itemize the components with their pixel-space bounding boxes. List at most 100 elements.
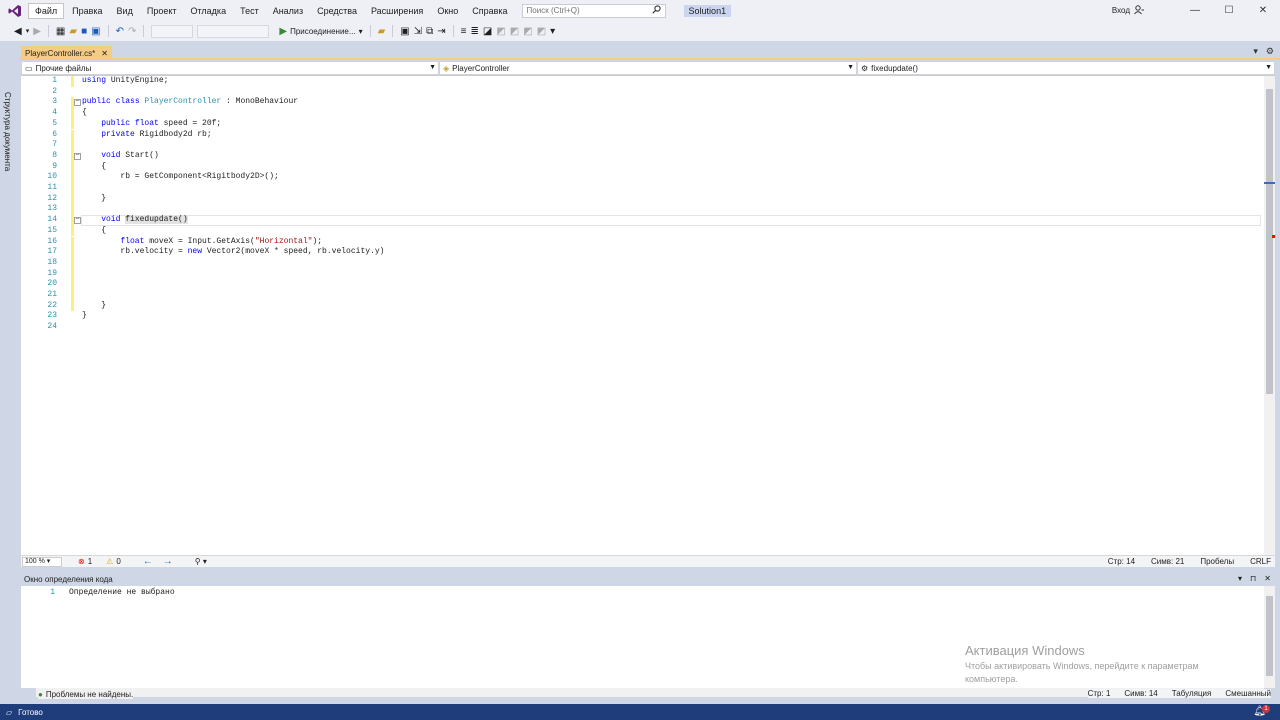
- menu-analyze[interactable]: Анализ: [267, 4, 309, 18]
- redo-icon[interactable]: ↷: [128, 26, 136, 37]
- project-combo[interactable]: ▭ Прочие файлы ▼: [21, 61, 439, 75]
- pin-icon[interactable]: ⊓: [1250, 574, 1256, 583]
- no-issues-indicator[interactable]: ● Проблемы не найдены.: [38, 689, 134, 699]
- save-icon[interactable]: ■: [81, 26, 87, 37]
- editor-scroll-thumb[interactable]: [1266, 89, 1273, 394]
- forward-icon[interactable]: ▶: [33, 26, 41, 37]
- sign-in-button[interactable]: Вход: [1112, 4, 1144, 17]
- error-count[interactable]: ⊗ 1: [78, 557, 92, 566]
- code-line[interactable]: 20: [21, 279, 1264, 290]
- back-icon[interactable]: ◀: [14, 26, 22, 37]
- zoom-combo[interactable]: 100 % ▾: [22, 556, 62, 567]
- step-icon[interactable]: ⇲: [414, 26, 422, 37]
- panel-vertical-scrollbar[interactable]: [1264, 586, 1275, 688]
- code-line[interactable]: 19: [21, 268, 1264, 280]
- close-window-button[interactable]: ✕: [1246, 5, 1280, 16]
- code-line[interactable]: 24: [21, 322, 1264, 333]
- code-line[interactable]: 9 {: [21, 161, 1264, 173]
- panel-dropdown-icon[interactable]: ▾: [1238, 574, 1242, 583]
- panel-tabs-mode[interactable]: Табуляция: [1172, 689, 1212, 698]
- code-line[interactable]: 18: [21, 257, 1264, 269]
- code-line[interactable]: 7: [21, 140, 1264, 151]
- open-folder-icon[interactable]: ▰: [69, 26, 77, 37]
- undo-icon[interactable]: ↶: [116, 26, 124, 37]
- toolbar-overflow-icon[interactable]: ▾: [550, 26, 555, 37]
- panel-encoding[interactable]: Смешанный: [1225, 689, 1271, 698]
- hot-reload-icon[interactable]: ▰: [378, 26, 386, 37]
- collapse-icon[interactable]: −: [74, 152, 81, 160]
- panel-close-icon[interactable]: ✕: [1264, 574, 1271, 583]
- code-line[interactable]: 21: [21, 290, 1264, 301]
- code-line[interactable]: 16 float moveX = Input.GetAxis("Horizont…: [21, 236, 1264, 248]
- code-line[interactable]: 22 }: [21, 300, 1264, 312]
- code-editor[interactable]: 1 using UnityEngine; 2 3− public class Playe…: [21, 76, 1264, 555]
- code-line[interactable]: 8 − void Start(): [21, 150, 1264, 162]
- code-line[interactable]: 3 − public class PlayerController : MonoBe…: [21, 97, 1264, 109]
- menu-edit[interactable]: Правка: [66, 4, 108, 18]
- minimize-button[interactable]: —: [1178, 5, 1212, 16]
- code-line[interactable]: 13: [21, 204, 1264, 216]
- bookmark-toggle-icon[interactable]: ◪: [483, 26, 492, 37]
- code-line[interactable]: 14 − void fixedupdate(): [21, 215, 1264, 226]
- panel-scroll-thumb[interactable]: [1266, 596, 1273, 676]
- camera-icon[interactable]: ▣: [400, 26, 409, 37]
- code-line[interactable]: 6 private Rigidbody2d rb;: [21, 129, 1264, 141]
- bookmark-folder-icon[interactable]: ◩: [537, 26, 546, 37]
- indent-icon[interactable]: ⇥: [437, 26, 445, 37]
- configuration-combo[interactable]: [151, 24, 194, 38]
- menu-view[interactable]: Вид: [111, 4, 139, 18]
- menu-tools[interactable]: Средства: [311, 4, 363, 18]
- warning-count[interactable]: ⚠ 0: [106, 557, 121, 566]
- menu-project[interactable]: Проект: [141, 4, 183, 18]
- line-ending[interactable]: CRLF: [1250, 557, 1271, 566]
- uncomment-icon[interactable]: ≣: [471, 26, 479, 37]
- menu-debug[interactable]: Отладка: [185, 4, 233, 18]
- menu-file[interactable]: Файл: [28, 2, 65, 19]
- tab-playercontroller[interactable]: PlayerController.cs* ✕: [21, 46, 112, 60]
- bookmark-prev-icon[interactable]: ◩: [496, 26, 505, 37]
- bookmark-icon[interactable]: ⧉: [426, 26, 433, 37]
- back-dropdown-icon[interactable]: ▾: [26, 27, 30, 35]
- attach-button[interactable]: ▶ Присоединение... ▾: [279, 26, 362, 37]
- code-line[interactable]: 23}: [21, 311, 1264, 322]
- next-issue-icon[interactable]: →: [163, 556, 173, 567]
- member-combo[interactable]: ⚙ fixedupdate() ▼: [857, 61, 1275, 75]
- search-input[interactable]: [526, 6, 652, 15]
- code-token: float: [82, 236, 150, 246]
- search-icon[interactable]: [651, 5, 661, 16]
- bookmark-next-icon[interactable]: ◩: [510, 26, 519, 37]
- editor-vertical-scrollbar[interactable]: [1264, 76, 1275, 555]
- save-all-icon[interactable]: ▣: [91, 26, 100, 37]
- code-line[interactable]: 12 }: [21, 193, 1264, 205]
- close-tab-icon[interactable]: ✕: [101, 49, 108, 58]
- code-line[interactable]: 10 rb = GetComponent<Rigitbody2D>();: [21, 172, 1264, 183]
- maximize-button[interactable]: ☐: [1212, 5, 1246, 16]
- tab-list-dropdown-icon[interactable]: ▾: [1253, 46, 1258, 57]
- code-line[interactable]: 4{: [21, 108, 1264, 119]
- code-line[interactable]: 1 using UnityEngine;: [21, 76, 1264, 87]
- platform-combo[interactable]: [197, 24, 270, 38]
- settings-icon[interactable]: ⚙: [1266, 46, 1274, 57]
- definition-line-number: 1: [50, 588, 55, 597]
- new-project-icon[interactable]: ▦: [56, 26, 65, 37]
- code-cleanup-icon[interactable]: ⚲ ▾: [195, 557, 207, 566]
- line-number: 3: [52, 97, 57, 107]
- class-combo[interactable]: ◈ PlayerController ▼: [439, 61, 857, 75]
- code-line[interactable]: 11: [21, 183, 1264, 194]
- menu-window[interactable]: Окно: [431, 4, 464, 18]
- previous-issue-icon[interactable]: ←: [143, 556, 153, 567]
- whitespace-mode[interactable]: Пробелы: [1200, 557, 1234, 566]
- tab-row-controls: ▾ ⚙: [1253, 46, 1274, 57]
- code-line[interactable]: 2: [21, 87, 1264, 98]
- collapse-icon[interactable]: −: [74, 99, 81, 107]
- code-line[interactable]: 17 rb.velocity = new Vector2(moveX * spe…: [21, 247, 1264, 258]
- code-line[interactable]: 5 public float speed = 20f;: [21, 118, 1264, 130]
- menu-test[interactable]: Тест: [234, 4, 265, 18]
- menu-help[interactable]: Справка: [466, 4, 513, 18]
- comment-icon[interactable]: ≡: [461, 26, 467, 37]
- collapse-icon[interactable]: −: [74, 217, 81, 225]
- bookmark-clear-icon[interactable]: ◩: [523, 26, 532, 37]
- code-line[interactable]: 15 {: [21, 225, 1264, 237]
- menu-extensions[interactable]: Расширения: [365, 4, 429, 18]
- document-outline-tab[interactable]: Структура документа: [3, 92, 12, 171]
